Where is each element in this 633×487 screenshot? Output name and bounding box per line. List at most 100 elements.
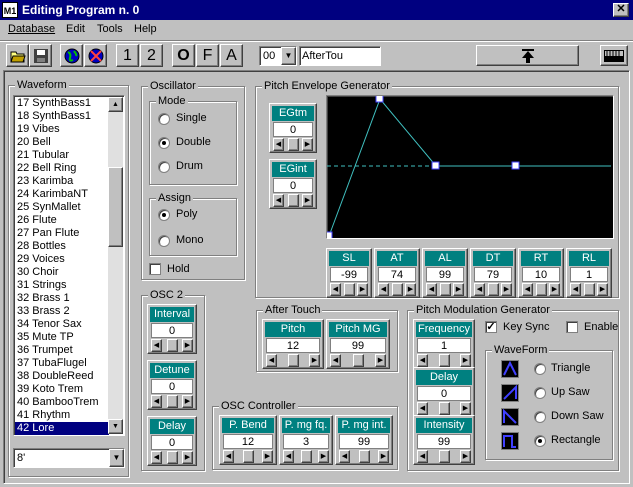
menu-help[interactable]: Help [134, 23, 157, 35]
waveform-list-item[interactable]: 40 BambooTrem [15, 396, 109, 409]
aftertouch-pitch-mg-thumb[interactable] [353, 354, 364, 367]
osc-ctrl-pmgint-slider[interactable]: ◀ ▶ [339, 450, 389, 463]
waveform-list-item[interactable]: 37 TubaFlugel [15, 357, 109, 370]
pmg-delay-increment[interactable]: ▶ [460, 402, 471, 415]
osc2-delay-value[interactable]: 0 [151, 435, 193, 450]
waveform-list-item[interactable]: 41 Rhythm [15, 409, 109, 422]
osc2-detune-thumb[interactable] [167, 395, 178, 408]
peg-egint-value[interactable]: 0 [273, 178, 313, 193]
envelope-handle[interactable] [431, 161, 440, 170]
pmg-intensity-decrement[interactable]: ◀ [417, 450, 428, 463]
close-button[interactable]: ✕ [613, 3, 629, 17]
peg-dt-thumb[interactable] [488, 283, 499, 296]
peg-al-thumb[interactable] [440, 283, 451, 296]
key-sync-checkbox[interactable]: ✓ [485, 321, 497, 333]
pitch-eg-curve[interactable] [327, 96, 613, 238]
peg-al-increment[interactable]: ▶ [453, 283, 464, 296]
globe-button[interactable] [60, 44, 83, 67]
down-saw-radio[interactable] [534, 411, 546, 423]
peg-rl-thumb[interactable] [584, 283, 595, 296]
waveform-list-item[interactable]: 28 Bottles [15, 240, 109, 253]
osc2-detune-value[interactable]: 0 [151, 379, 193, 394]
waveform-list-item[interactable]: 29 Voices [15, 253, 109, 266]
peg-at-increment[interactable]: ▶ [405, 283, 416, 296]
waveform-list-item[interactable]: 18 SynthBass1 [15, 110, 109, 123]
waveform-list-item[interactable]: 27 Pan Flute [15, 227, 109, 240]
menu-edit[interactable]: Edit [66, 23, 85, 35]
mode-f-button[interactable]: F [196, 44, 219, 67]
osc2-detune-decrement[interactable]: ◀ [151, 395, 162, 408]
peg-egint-thumb[interactable] [288, 194, 299, 207]
peg-at-decrement[interactable]: ◀ [378, 283, 389, 296]
up-saw-radio[interactable] [534, 387, 546, 399]
mode-single-radio[interactable] [158, 113, 170, 125]
peg-egtm-thumb[interactable] [288, 138, 299, 151]
peg-rt-increment[interactable]: ▶ [549, 283, 560, 296]
program-number-select[interactable]: 00 ▼ [259, 46, 297, 66]
aftertouch-pitch-mg-decrement[interactable]: ◀ [330, 354, 341, 367]
aftertouch-pitch-mg-slider[interactable]: ◀ ▶ [330, 354, 386, 367]
osc-ctrl-pmgint-decrement[interactable]: ◀ [339, 450, 350, 463]
pmg-frequency-increment[interactable]: ▶ [460, 354, 471, 367]
pmg-delay-value[interactable]: 0 [417, 386, 471, 401]
pmg-intensity-value[interactable]: 99 [417, 434, 471, 449]
osc-ctrl-pbend-increment[interactable]: ▶ [262, 450, 273, 463]
pmg-frequency-thumb[interactable] [439, 354, 450, 367]
scroll-down-button[interactable]: ▼ [108, 419, 123, 434]
peg-rl-decrement[interactable]: ◀ [570, 283, 581, 296]
menu-tools[interactable]: Tools [97, 23, 123, 35]
waveform-list[interactable]: 17 SynthBass1 18 SynthBass1 19 Vibes 20 Bel… [13, 95, 125, 436]
osc2-delay-increment[interactable]: ▶ [182, 451, 193, 464]
bank-2-button[interactable]: 2 [140, 44, 163, 67]
waveform-list-item[interactable]: 21 Tubular [15, 149, 109, 162]
midi-button[interactable] [84, 44, 107, 67]
waveform-list-item[interactable]: 31 Strings [15, 279, 109, 292]
pmg-intensity-slider[interactable]: ◀ ▶ [417, 450, 471, 463]
osc2-delay-thumb[interactable] [167, 451, 178, 464]
osc-ctrl-pbend-decrement[interactable]: ◀ [223, 450, 234, 463]
pmg-frequency-slider[interactable]: ◀ ▶ [417, 354, 471, 367]
rectangle-wave-button[interactable] [501, 432, 519, 450]
octave-dropdown[interactable]: ▼ [109, 449, 124, 467]
waveform-list-item[interactable]: 39 Koto Trem [15, 383, 109, 396]
osc2-interval-value[interactable]: 0 [151, 323, 193, 338]
waveform-list-item[interactable]: 36 Trumpet [15, 344, 109, 357]
peg-egtm-decrement[interactable]: ◀ [273, 138, 284, 151]
mode-double-radio[interactable] [158, 137, 170, 149]
osc-ctrl-pbend-thumb[interactable] [243, 450, 254, 463]
waveform-list-item[interactable]: 34 Tenor Sax [15, 318, 109, 331]
osc-ctrl-pbend-slider[interactable]: ◀ ▶ [223, 450, 273, 463]
waveform-list-item[interactable]: 30 Choir [15, 266, 109, 279]
peg-rl-slider[interactable]: ◀ ▶ [570, 283, 608, 296]
peg-at-value[interactable]: 74 [378, 267, 416, 282]
aftertouch-pitch-mg-value[interactable]: 99 [330, 338, 386, 353]
triangle-radio[interactable] [534, 363, 546, 375]
assign-poly-radio[interactable] [158, 209, 170, 221]
waveform-list-item[interactable]: 17 SynthBass1 [15, 97, 109, 110]
osc2-interval-slider[interactable]: ◀ ▶ [151, 339, 193, 352]
osc-ctrl-pmgfq-increment[interactable]: ▶ [318, 450, 329, 463]
envelope-handle[interactable] [327, 231, 333, 238]
peg-at-thumb[interactable] [392, 283, 403, 296]
up-saw-wave-button[interactable] [501, 384, 519, 402]
waveform-list-item[interactable]: 26 Flute [15, 214, 109, 227]
osc-ctrl-pmgint-value[interactable]: 99 [339, 434, 389, 449]
pmg-delay-slider[interactable]: ◀ ▶ [417, 402, 471, 415]
waveform-list-item[interactable]: 25 SynMallet [15, 201, 109, 214]
pitch-eg-graph[interactable] [326, 95, 614, 239]
aftertouch-pitch-mg-increment[interactable]: ▶ [375, 354, 386, 367]
down-saw-wave-button[interactable] [501, 408, 519, 426]
peg-egtm-increment[interactable]: ▶ [302, 138, 313, 151]
peg-dt-decrement[interactable]: ◀ [474, 283, 485, 296]
osc2-interval-decrement[interactable]: ◀ [151, 339, 162, 352]
app-icon[interactable]: M1 [2, 2, 18, 18]
pmg-intensity-thumb[interactable] [439, 450, 450, 463]
osc-ctrl-pbend-value[interactable]: 12 [223, 434, 273, 449]
hold-checkbox[interactable] [149, 263, 161, 275]
aftertouch-pitch-slider[interactable]: ◀ ▶ [266, 354, 320, 367]
aftertouch-pitch-thumb[interactable] [288, 354, 299, 367]
peg-al-decrement[interactable]: ◀ [426, 283, 437, 296]
pmg-frequency-decrement[interactable]: ◀ [417, 354, 428, 367]
peg-egint-slider[interactable]: ◀ ▶ [273, 194, 313, 207]
osc-ctrl-pmgint-thumb[interactable] [359, 450, 370, 463]
